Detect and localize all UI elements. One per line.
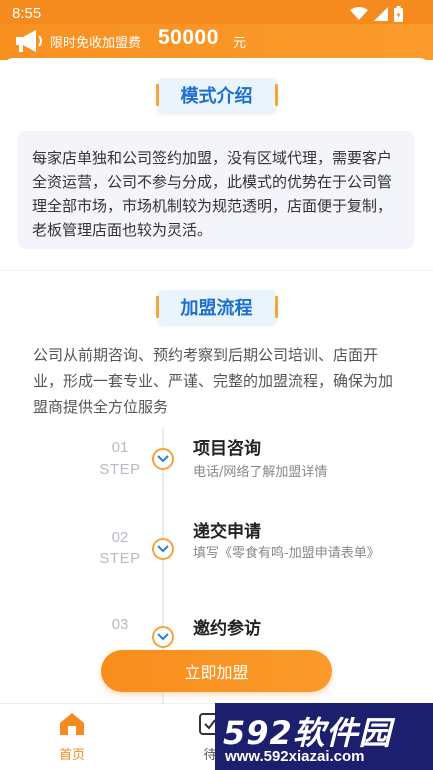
flow-step: 02 STEP 递交申请 填写《零食有鸣-加盟申请表单》 [0, 522, 433, 604]
chevron-down-icon [157, 455, 169, 463]
step-marker-icon [152, 626, 174, 648]
step-subtitle: 填写《零食有鸣-加盟申请表单》 [193, 546, 380, 561]
watermark-name: 软件园 [292, 714, 392, 752]
tab-home-label: 首页 [58, 748, 85, 763]
chevron-down-icon [157, 633, 169, 641]
home-icon [60, 713, 84, 735]
step-marker-icon [152, 448, 174, 470]
promo-amount: 50000 [158, 26, 219, 49]
step-number: 03 [111, 616, 129, 633]
model-section-title: 模式介绍 [155, 78, 278, 112]
flow-step: 01 STEP 项目咨询 电话/网络了解加盟详情 [0, 434, 433, 514]
signal-icon [374, 7, 388, 21]
megaphone-icon [16, 30, 42, 52]
step-title: 递交申请 [193, 522, 261, 542]
main-content[interactable]: 模式介绍 每家店单独和公司签约加盟，没有区域代理，需要客户全资运营，公司不参与分… [0, 58, 433, 703]
chevron-down-icon [157, 545, 169, 553]
join-now-button[interactable]: 立即加盟 [101, 650, 332, 692]
tab-home[interactable]: 首页 [42, 712, 102, 763]
step-marker-icon [152, 538, 174, 560]
step-subtitle: 电话/网络了解加盟详情 [193, 465, 328, 480]
wifi-icon [350, 7, 368, 20]
promo-text: 限时免收加盟费 [50, 36, 142, 51]
watermark-logo: 592软件园 www.592xiazai.com [215, 703, 433, 770]
step-label: STEP [99, 461, 141, 478]
promo-banner: 限时免收加盟费 50000 元 [0, 24, 433, 60]
flow-section-title: 加盟流程 [155, 290, 278, 324]
watermark-number: 592 [223, 714, 293, 752]
watermark-url: www.592xiazai.com [225, 748, 365, 765]
section-divider [0, 270, 433, 271]
step-number: 01 [111, 439, 129, 456]
battery-icon [394, 6, 403, 22]
status-time: 8:55 [12, 5, 42, 22]
step-label: STEP [99, 550, 141, 567]
model-description: 每家店单独和公司签约加盟，没有区域代理，需要客户全资运营，公司不参与分成，此模式… [18, 131, 414, 249]
step-title: 项目咨询 [193, 439, 261, 459]
flow-description: 公司从前期咨询、预约考察到后期公司培训、店面开业，形成一套专业、严谨、完整的加盟… [33, 346, 394, 416]
status-icons [350, 6, 403, 22]
promo-unit: 元 [233, 36, 247, 51]
step-title: 邀约参访 [193, 619, 261, 639]
step-number: 02 [111, 529, 129, 546]
